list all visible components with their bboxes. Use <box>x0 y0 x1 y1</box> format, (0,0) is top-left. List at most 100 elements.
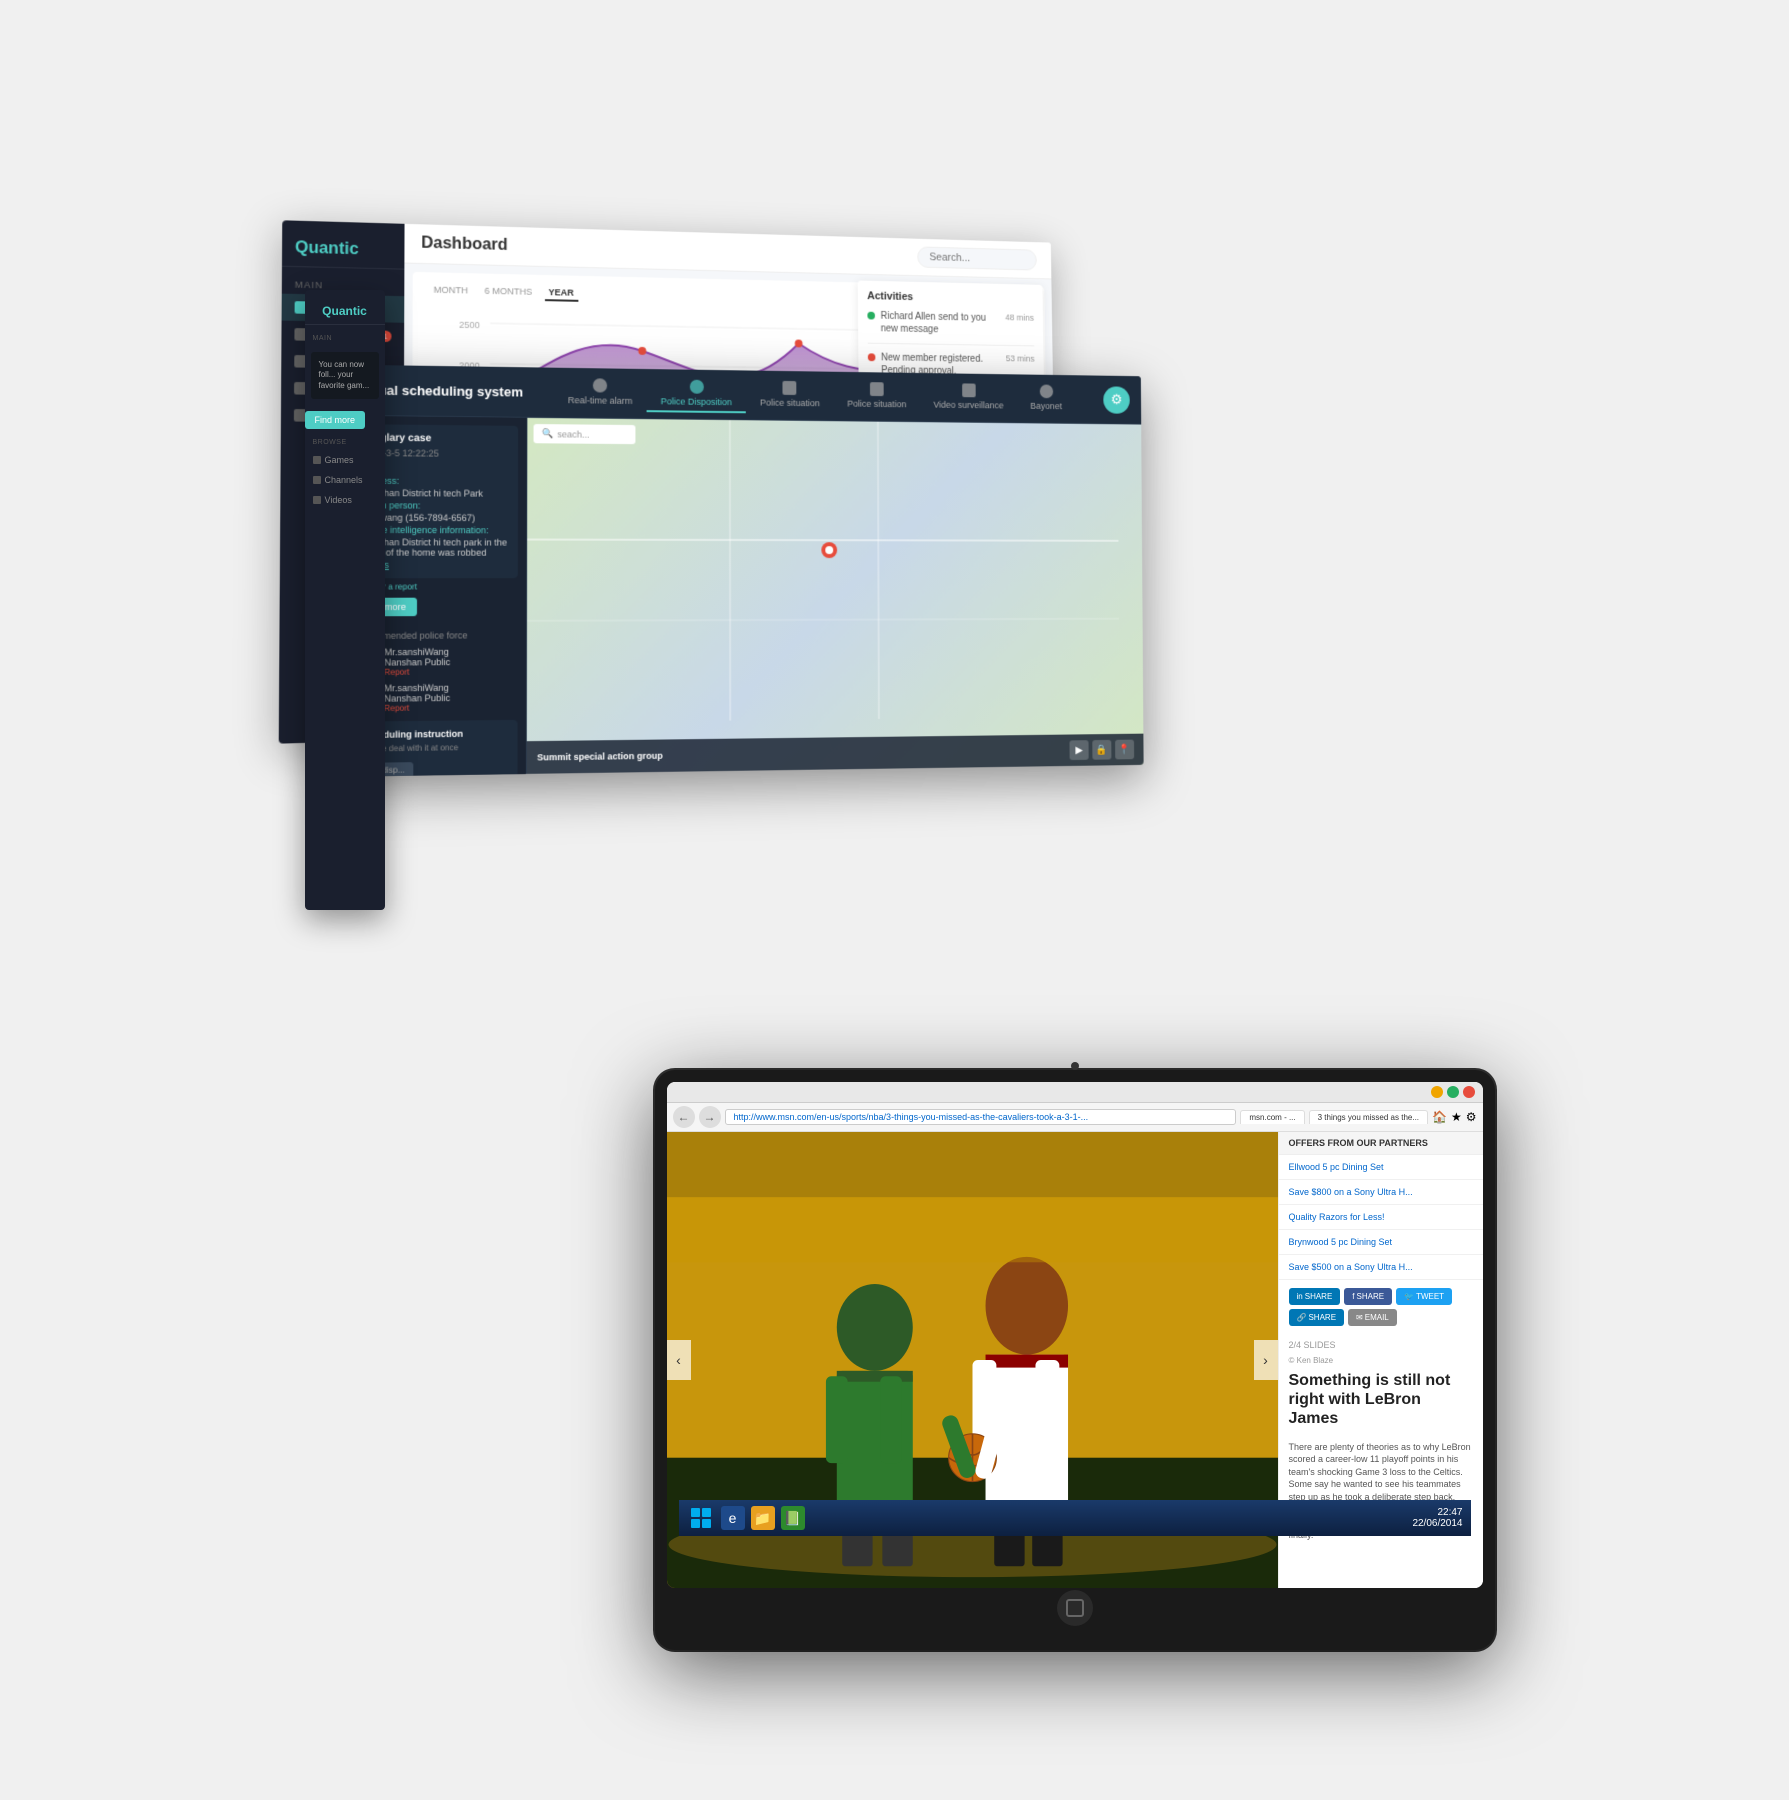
games-icon <box>313 456 321 464</box>
bayonet-label: Bayonet <box>1030 401 1062 411</box>
email-share-btn[interactable]: ✉ EMAIL <box>1348 1309 1397 1326</box>
share2-label: SHARE <box>1308 1313 1336 1322</box>
officer-name-1: Mr.sanshiWang <box>384 647 450 658</box>
taskbar-ie-icon[interactable]: e <box>721 1506 745 1530</box>
videos-label: Videos <box>325 495 352 505</box>
msn-tab[interactable]: msn.com - ... <box>1240 1110 1304 1124</box>
officer-org-1: Nanshan Public <box>384 657 450 668</box>
offer-5[interactable]: Save $500 on a Sony Ultra H... <box>1279 1255 1483 1280</box>
bookmark-icon[interactable]: ★ <box>1451 1110 1462 1124</box>
police-nav-bayonet[interactable]: Bayonet <box>1016 380 1074 417</box>
browser: ← → http://www.msn.com/en-us/sports/nba/… <box>667 1082 1483 1588</box>
sidebar-channels[interactable]: Channels <box>305 470 385 490</box>
police-nav-alarm[interactable]: Real-time alarm <box>553 374 646 412</box>
dash-title: Dashboard <box>421 234 508 255</box>
email-label: EMAIL <box>1365 1313 1389 1322</box>
police-nav-disposition[interactable]: Police Disposition <box>646 375 745 413</box>
browser-nav: ← → http://www.msn.com/en-us/sports/nba/… <box>667 1103 1483 1132</box>
video-surv-label: Video surveillance <box>933 400 1003 411</box>
facebook-icon: f <box>1352 1292 1354 1301</box>
alarm-icon <box>593 378 607 392</box>
activity-text-0: Richard Allen send to you new message <box>880 310 999 337</box>
facebook-share-btn[interactable]: f SHARE <box>1344 1288 1392 1305</box>
sidebar-logo: Quantic <box>305 298 385 325</box>
tablet-screen: ← → http://www.msn.com/en-us/sports/nba/… <box>667 1082 1483 1588</box>
situation1-label: Police situation <box>759 398 819 409</box>
taskbar-office-icon[interactable]: 📗 <box>781 1506 805 1530</box>
facebook-label: SHARE <box>1357 1292 1385 1301</box>
map-ctrl-1[interactable]: ▶ <box>1069 740 1088 760</box>
tablet-home-button[interactable] <box>1057 1590 1093 1626</box>
police-nav-situation2[interactable]: Police situation <box>833 378 920 416</box>
channels-label: Channels <box>325 475 363 485</box>
sidebar-games[interactable]: Games <box>305 450 385 470</box>
browser-titlebar <box>667 1082 1483 1103</box>
prev-arrow[interactable]: ‹ <box>667 1340 691 1380</box>
user-message: You can now foll... your favorite gam... <box>311 352 379 399</box>
article-tab[interactable]: 3 things you missed as the... <box>1309 1110 1428 1124</box>
activity-item-0: Richard Allen send to you new message 48… <box>867 310 1034 347</box>
linkedin-share-btn[interactable]: in SHARE <box>1289 1288 1341 1305</box>
date-display: 22/06/2014 <box>1412 1518 1462 1529</box>
sidebar-panel: Quantic Main You can now foll... your fa… <box>305 290 385 910</box>
map-ctrl-2[interactable]: 🔒 <box>1092 740 1111 760</box>
settings-icon-2[interactable]: ⚙ <box>1466 1110 1477 1124</box>
dash-search-input[interactable] <box>917 246 1037 270</box>
map-placeholder: 🔍 seach... Summit special action group ▶… <box>526 418 1143 774</box>
offer-2[interactable]: Save $800 on a Sony Ultra H... <box>1279 1180 1483 1205</box>
share2-btn[interactable]: 🔗 SHARE <box>1289 1309 1345 1326</box>
offer-1[interactable]: Ellwood 5 pc Dining Set <box>1279 1155 1483 1180</box>
email-icon: ✉ <box>1356 1313 1363 1322</box>
activity-dot-0 <box>867 312 875 320</box>
win-controls <box>1431 1086 1475 1098</box>
police-nav: Real-time alarm Police Disposition Polic… <box>535 373 1092 417</box>
offer-4[interactable]: Brynwood 5 pc Dining Set <box>1279 1230 1483 1255</box>
map-ctrl-3[interactable]: 📍 <box>1115 740 1134 760</box>
bayonet-icon <box>1039 384 1052 398</box>
win-logo-cell-1 <box>691 1508 700 1517</box>
police-nav-video[interactable]: Video surveillance <box>919 379 1016 416</box>
browser-icons: 🏠 ★ ⚙ <box>1432 1110 1476 1124</box>
home-icon[interactable]: 🏠 <box>1432 1110 1447 1124</box>
officer-org-2: Nanshan Public <box>384 693 450 704</box>
situation2-icon <box>869 382 883 396</box>
summit-label: Summit special action group <box>537 751 663 763</box>
tablet: ← → http://www.msn.com/en-us/sports/nba/… <box>655 1070 1495 1650</box>
scene: Quantic Main Dashboard Messages 1 Follow… <box>295 150 1495 1650</box>
address-bar[interactable]: http://www.msn.com/en-us/sports/nba/3-th… <box>725 1109 1237 1125</box>
taskbar-explorer-icon[interactable]: 📁 <box>751 1506 775 1530</box>
channels-icon <box>313 476 321 484</box>
maximize-btn[interactable] <box>1447 1086 1459 1098</box>
user-message-text: You can now foll... your favorite gam... <box>319 360 370 390</box>
disposition-label: Police Disposition <box>660 396 731 407</box>
sidebar-videos[interactable]: Videos <box>305 490 385 510</box>
close-btn[interactable] <box>1463 1086 1475 1098</box>
twitter-share-btn[interactable]: 🐦 TWEET <box>1396 1288 1452 1305</box>
start-button[interactable] <box>687 1504 715 1532</box>
minimize-btn[interactable] <box>1431 1086 1443 1098</box>
police-body: Burglary case 2016-3-5 12:22:25 🖨 Addres… <box>343 416 1143 777</box>
find-more-button[interactable]: Find more <box>305 411 366 429</box>
police-ui: Visual scheduling system Real-time alarm… <box>343 365 1143 777</box>
svg-text:2500: 2500 <box>459 320 480 330</box>
taskbar-time: 22:47 22/06/2014 <box>1412 1507 1462 1529</box>
police-nav-situation1[interactable]: Police situation <box>745 376 833 414</box>
offer-3[interactable]: Quality Razors for Less! <box>1279 1205 1483 1230</box>
disposition-icon <box>689 380 703 394</box>
chart-tab-month[interactable]: MONTH <box>429 282 472 299</box>
sidebar-browse-label: Browse <box>305 435 385 450</box>
police-header: Visual scheduling system Real-time alarm… <box>345 365 1141 425</box>
next-arrow[interactable]: › <box>1254 1340 1278 1380</box>
forward-btn[interactable]: → <box>699 1106 721 1128</box>
map-search[interactable]: 🔍 seach... <box>533 424 635 444</box>
win-logo-cell-3 <box>691 1519 700 1528</box>
chart-tab-6months[interactable]: 6 MONTHS <box>480 284 536 301</box>
map-svg <box>526 418 1143 774</box>
settings-icon[interactable]: ⚙ <box>1103 386 1130 413</box>
win-logo-cell-2 <box>702 1508 711 1517</box>
activity-time-1: 53 mins <box>1005 354 1034 364</box>
chart-tab-year[interactable]: YEAR <box>544 285 577 302</box>
map-controls: ▶ 🔒 📍 <box>1069 740 1134 760</box>
taskbar: e 📁 📗 22:47 22/06/2014 <box>679 1500 1471 1536</box>
back-btn[interactable]: ← <box>673 1106 695 1128</box>
